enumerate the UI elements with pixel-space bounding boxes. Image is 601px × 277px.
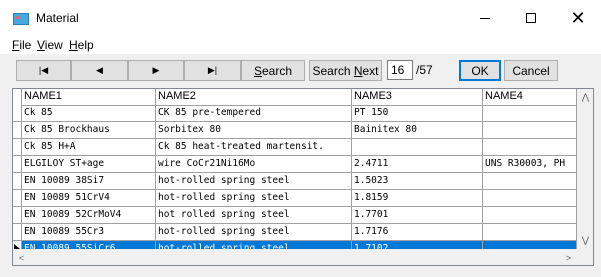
table-row[interactable]: ELGILOY ST+age wire CoCr21Ni16Mo 2.4711 …: [13, 156, 577, 173]
cell-name3[interactable]: Bainitex 80: [352, 122, 483, 139]
table-row[interactable]: Ck 85 Brockhaus Sorbitex 80 Bainitex 80: [13, 122, 577, 139]
column-header-name4[interactable]: NAME4: [483, 89, 577, 105]
toolbar: |◀ ◀ ▶ ▶| Search Search Next 16 /57 OK C…: [0, 54, 601, 88]
record-number-input[interactable]: 16: [387, 60, 413, 80]
cell-name2[interactable]: hot-rolled spring steel: [156, 173, 352, 190]
cell-name3[interactable]: PT 150: [352, 105, 483, 122]
table-row[interactable]: EN 10089 38Si7 hot-rolled spring steel 1…: [13, 173, 577, 190]
cell-name3[interactable]: 2.4711: [352, 156, 483, 173]
cell-name4[interactable]: UNS R30003, PH: [483, 156, 577, 173]
material-grid[interactable]: NAME1 NAME2 NAME3 NAME4 Ck 85 CK 85 pre-…: [12, 88, 594, 266]
cell-name1[interactable]: EN 10089 38Si7: [22, 173, 156, 190]
cell-name3[interactable]: 1.7701: [352, 207, 483, 224]
cell-name2[interactable]: hot rolled spring steel: [156, 207, 352, 224]
grid-header: NAME1 NAME2 NAME3 NAME4: [13, 89, 577, 106]
cell-name2[interactable]: wire CoCr21Ni16Mo: [156, 156, 352, 173]
cell-name4[interactable]: [483, 190, 577, 207]
row-indicator: [13, 139, 22, 156]
size-grip: [577, 249, 593, 265]
cell-name4[interactable]: [483, 207, 577, 224]
cell-name1[interactable]: Ck 85 H+A: [22, 139, 156, 156]
table-row[interactable]: Ck 85 H+A Ck 85 heat-treated martensit.: [13, 139, 577, 156]
row-indicator: [13, 105, 22, 122]
table-row[interactable]: EN 10089 52CrMoV4 hot rolled spring stee…: [13, 207, 577, 224]
cell-name4[interactable]: [483, 122, 577, 139]
cell-name3[interactable]: 1.5023: [352, 173, 483, 190]
cell-name4[interactable]: [483, 173, 577, 190]
row-indicator: [13, 156, 22, 173]
row-indicator: [13, 122, 22, 139]
record-total: /57: [416, 63, 433, 77]
menu-file[interactable]: File: [12, 38, 31, 52]
title-bar: Material ✕: [0, 0, 601, 36]
vertical-scrollbar[interactable]: ⋀ ⋁: [577, 89, 593, 249]
table-row[interactable]: EN 10089 51CrV4 hot-rolled spring steel …: [13, 190, 577, 207]
cell-name2[interactable]: Sorbitex 80: [156, 122, 352, 139]
table-row[interactable]: Ck 85 CK 85 pre-tempered PT 150: [13, 105, 577, 122]
app-icon: [13, 13, 29, 25]
cell-name4[interactable]: [483, 139, 577, 156]
row-indicator: [13, 173, 22, 190]
cell-name1[interactable]: Ck 85 Brockhaus: [22, 122, 156, 139]
scroll-down-icon[interactable]: ⋁: [577, 232, 593, 249]
last-icon: ▶|: [207, 65, 218, 75]
scroll-left-icon[interactable]: <: [13, 249, 30, 265]
column-header-name1[interactable]: NAME1: [22, 89, 156, 105]
next-record-button[interactable]: ▶: [128, 60, 184, 81]
cell-name1[interactable]: Ck 85: [22, 105, 156, 122]
close-button[interactable]: ✕: [555, 0, 601, 36]
scroll-up-icon[interactable]: ⋀: [577, 89, 593, 106]
table-row[interactable]: EN 10089 55Cr3 hot-rolled spring steel 1…: [13, 224, 577, 241]
cell-name3[interactable]: 1.8159: [352, 190, 483, 207]
menu-help[interactable]: Help: [69, 38, 94, 52]
search-next-button[interactable]: Search Next: [309, 60, 382, 81]
cell-name2[interactable]: hot-rolled spring steel: [156, 224, 352, 241]
header-indicator: [13, 89, 22, 105]
cell-name4[interactable]: [483, 224, 577, 241]
first-icon: |◀: [38, 65, 49, 75]
cell-name1[interactable]: ELGILOY ST+age: [22, 156, 156, 173]
cell-name1[interactable]: EN 10089 55Cr3: [22, 224, 156, 241]
minimize-icon: [480, 17, 490, 19]
cancel-button[interactable]: Cancel: [504, 60, 558, 81]
cell-name1[interactable]: EN 10089 51CrV4: [22, 190, 156, 207]
close-icon: ✕: [570, 8, 586, 28]
cell-name2[interactable]: Ck 85 heat-treated martensit.: [156, 139, 352, 156]
search-button[interactable]: Search: [241, 60, 305, 81]
row-indicator: [13, 190, 22, 207]
cell-name3[interactable]: [352, 139, 483, 156]
maximize-button[interactable]: [508, 0, 554, 36]
scroll-right-icon[interactable]: >: [560, 249, 577, 265]
minimize-button[interactable]: [462, 0, 508, 36]
cell-name4[interactable]: [483, 105, 577, 122]
menu-view[interactable]: View: [37, 38, 63, 52]
horizontal-scrollbar[interactable]: < >: [13, 249, 577, 265]
next-icon: ▶: [152, 65, 160, 75]
ok-button[interactable]: OK: [459, 60, 501, 81]
row-indicator: [13, 207, 22, 224]
window-title: Material: [36, 11, 79, 25]
maximize-icon: [526, 13, 536, 23]
cell-name2[interactable]: hot-rolled spring steel: [156, 190, 352, 207]
previous-record-button[interactable]: ◀: [71, 60, 128, 81]
first-record-button[interactable]: |◀: [16, 60, 71, 81]
cell-name2[interactable]: CK 85 pre-tempered: [156, 105, 352, 122]
previous-icon: ◀: [96, 65, 103, 75]
row-indicator: [13, 224, 22, 241]
menu-bar: File View Help: [0, 36, 601, 54]
cell-name1[interactable]: EN 10089 52CrMoV4: [22, 207, 156, 224]
column-header-name3[interactable]: NAME3: [352, 89, 483, 105]
column-header-name2[interactable]: NAME2: [156, 89, 352, 105]
last-record-button[interactable]: ▶|: [184, 60, 241, 81]
cell-name3[interactable]: 1.7176: [352, 224, 483, 241]
